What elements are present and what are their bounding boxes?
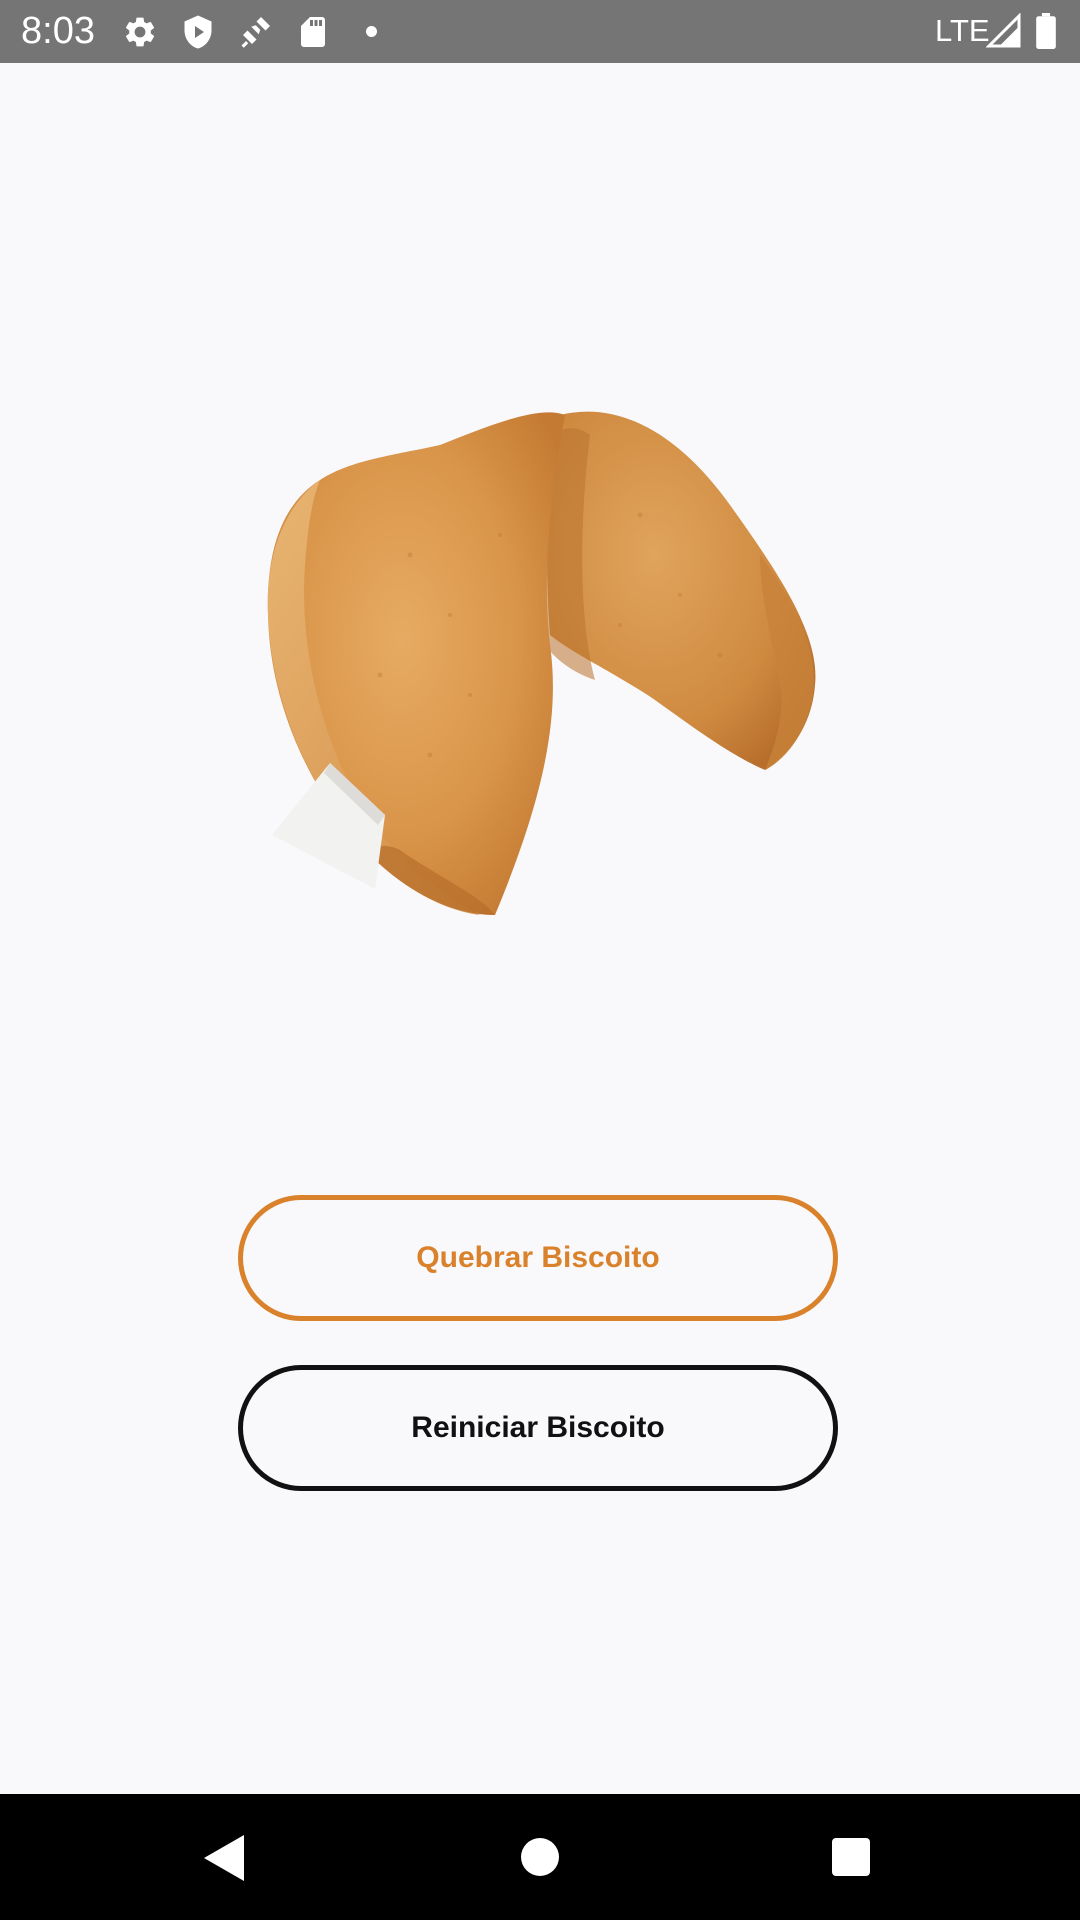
reset-cookie-label: Reiniciar Biscoito bbox=[411, 1411, 665, 1444]
break-cookie-button[interactable]: Quebrar Biscoito bbox=[238, 1195, 838, 1321]
status-bar: 8:03 LTE bbox=[0, 0, 1080, 63]
sd-card-icon bbox=[301, 17, 325, 47]
signal-icon bbox=[986, 13, 1021, 48]
satellite-icon bbox=[241, 17, 270, 48]
shield-icon bbox=[184, 15, 212, 49]
reset-cookie-button[interactable]: Reiniciar Biscoito bbox=[238, 1365, 838, 1491]
back-icon[interactable] bbox=[204, 1835, 244, 1881]
notification-dot-icon bbox=[366, 26, 377, 37]
break-cookie-label: Quebrar Biscoito bbox=[416, 1241, 660, 1274]
recents-icon[interactable] bbox=[832, 1838, 870, 1876]
battery-icon bbox=[1036, 13, 1056, 49]
network-type: LTE bbox=[935, 13, 990, 48]
home-icon[interactable] bbox=[521, 1838, 559, 1876]
gear-icon bbox=[126, 17, 155, 47]
status-time: 8:03 bbox=[21, 10, 95, 52]
fortune-cookie-image bbox=[267, 411, 816, 915]
